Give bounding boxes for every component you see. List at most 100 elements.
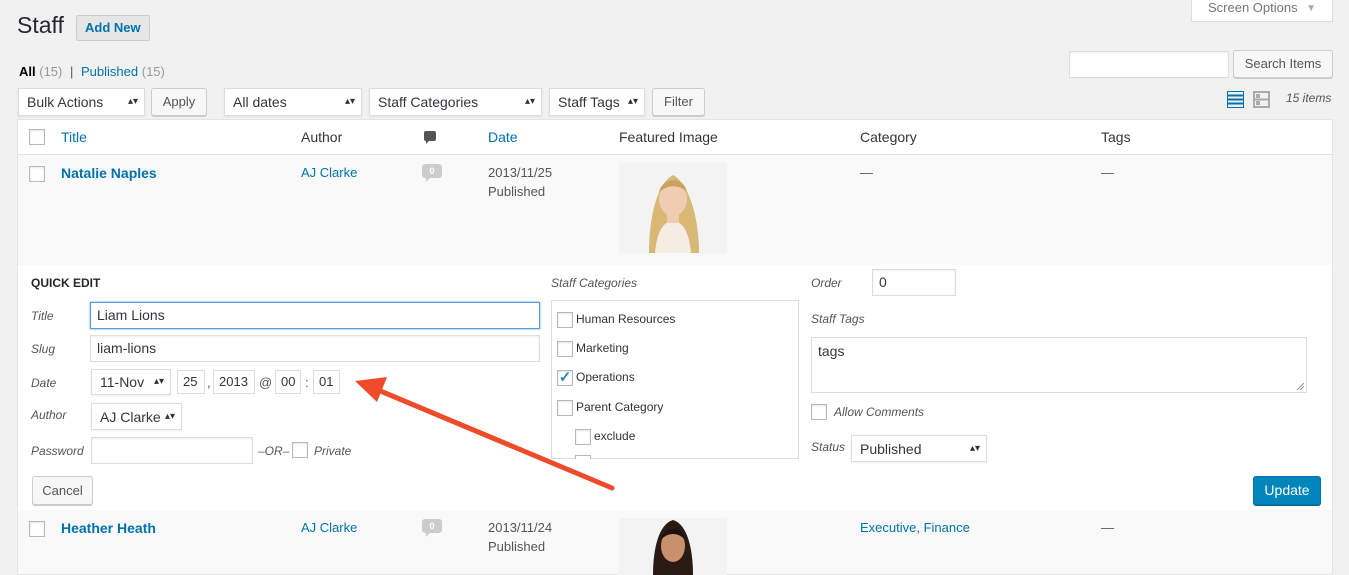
column-date[interactable]: Date [488,129,518,145]
hour-input[interactable]: 00 [275,370,301,394]
resize-handle-icon[interactable] [1296,382,1305,391]
row-tags: — [1101,520,1114,535]
status-value: Published [860,441,922,457]
or-label: –OR– [258,444,290,458]
screen-options-button[interactable]: Screen Options ▼ [1191,0,1333,22]
view-all-count: (15) [39,64,63,79]
allow-comments-checkbox[interactable] [811,404,827,420]
row-checkbox[interactable] [29,521,45,537]
month-value: 11-Nov [100,374,145,390]
bulk-actions-select[interactable]: Bulk Actions ▴▾ [18,88,145,116]
order-input[interactable]: 0 [872,269,956,296]
select-arrows-icon: ▴▾ [969,443,980,454]
row-status: Published [488,184,546,199]
category-checkbox[interactable] [575,429,591,445]
cancel-button[interactable]: Cancel [32,476,93,505]
title-input[interactable]: Liam Lions [90,302,540,329]
column-tags: Tags [1101,129,1131,145]
column-featured-image: Featured Image [619,129,718,145]
staff-tags-value: Staff Tags [558,94,620,110]
staff-categories-value: Staff Categories [378,94,479,110]
category-label: Human Resources [576,312,676,326]
column-category: Category [860,129,917,145]
status-select[interactable]: Published ▴▾ [851,435,987,462]
row-status: Published [488,539,546,554]
view-all-link[interactable]: All [19,64,36,79]
select-arrows-icon: ▴▾ [524,96,535,107]
quick-edit-heading: QUICK EDIT [31,276,101,290]
password-input[interactable] [91,437,253,464]
row-date: 2013/11/25 [488,165,553,180]
select-arrows-icon: ▴▾ [344,96,355,107]
search-input[interactable] [1069,51,1229,78]
staff-tags-textarea[interactable]: tags [811,337,1307,393]
title-label: Title [31,309,54,323]
password-label: Password [31,444,84,458]
slug-input[interactable]: liam-lions [90,335,540,362]
select-arrows-icon: ▴▾ [164,411,175,422]
triangle-down-icon: ▼ [1306,3,1316,14]
allow-comments-label: Allow Comments [834,405,925,419]
time-colon: : [305,375,309,390]
add-new-button[interactable]: Add New [76,15,150,41]
featured-image-thumbnail [619,518,727,575]
category-checkbox[interactable] [557,312,573,328]
author-select[interactable]: AJ Clarke ▴▾ [91,403,182,430]
row-title-link[interactable]: Natalie Naples [61,165,157,181]
update-button[interactable]: Update [1253,476,1321,505]
view-links: All (15) | Published (15) [19,64,165,79]
filter-button[interactable]: Filter [652,88,705,116]
screen-options-label: Screen Options [1208,0,1298,15]
select-all-checkbox[interactable] [29,129,45,145]
row-author-link[interactable]: AJ Clarke [301,165,357,180]
search-items-button[interactable]: Search Items [1233,50,1333,78]
category-label: exclude [594,429,636,443]
apply-button[interactable]: Apply [151,88,207,116]
category-checkbox-checked[interactable]: ✓ [557,370,573,386]
order-label: Order [811,276,842,290]
excerpt-view-icon[interactable] [1253,91,1270,108]
column-author: Author [301,129,343,145]
author-value: AJ Clarke [100,409,161,425]
day-input[interactable]: 25 [177,370,205,394]
staff-tags-select[interactable]: Staff Tags ▴▾ [549,88,645,116]
category-checkbox-partial[interactable] [575,455,591,459]
category-checkbox[interactable] [557,400,573,416]
row-checkbox[interactable] [29,166,45,182]
items-count: 15 items [1286,91,1332,105]
category-label: Marketing [576,341,629,355]
date-at: @ [259,375,273,390]
row-category: — [860,165,873,180]
dates-value: All dates [233,94,287,110]
comment-count-bubble[interactable]: 0 [422,164,442,182]
column-title[interactable]: Title [61,129,87,145]
page-title: Staff [17,12,64,38]
staff-tags-label: Staff Tags [811,312,865,326]
category-label: Parent Category [576,400,664,414]
staff-categories-label: Staff Categories [551,276,638,290]
dates-select[interactable]: All dates ▴▾ [224,88,362,116]
year-input[interactable]: 2013 [213,370,255,394]
comments-column-icon [424,131,436,144]
category-label: Operations [576,370,635,384]
row-author-link[interactable]: AJ Clarke [301,520,357,535]
staff-categories-select[interactable]: Staff Categories ▴▾ [369,88,542,116]
date-comma: , [207,375,211,390]
view-published-link[interactable]: Published [81,64,138,79]
category-checkbox[interactable] [557,341,573,357]
slug-label: Slug [31,342,56,356]
row-title-link[interactable]: Heather Heath [61,520,156,536]
view-separator: | [70,64,74,79]
private-checkbox[interactable] [292,442,308,458]
view-published-count: (15) [141,64,165,79]
list-view-icon[interactable] [1227,91,1244,108]
row-date: 2013/11/24 [488,520,553,535]
month-select[interactable]: 11-Nov ▴▾ [91,369,171,395]
minute-input[interactable]: 01 [313,370,340,394]
row-category-links[interactable]: Executive, Finance [860,520,970,535]
comment-count-bubble[interactable]: 0 [422,519,442,537]
author-label: Author [31,408,67,422]
select-arrows-icon: ▴▾ [153,376,164,387]
select-arrows-icon: ▴▾ [127,96,138,107]
date-label: Date [31,376,57,390]
